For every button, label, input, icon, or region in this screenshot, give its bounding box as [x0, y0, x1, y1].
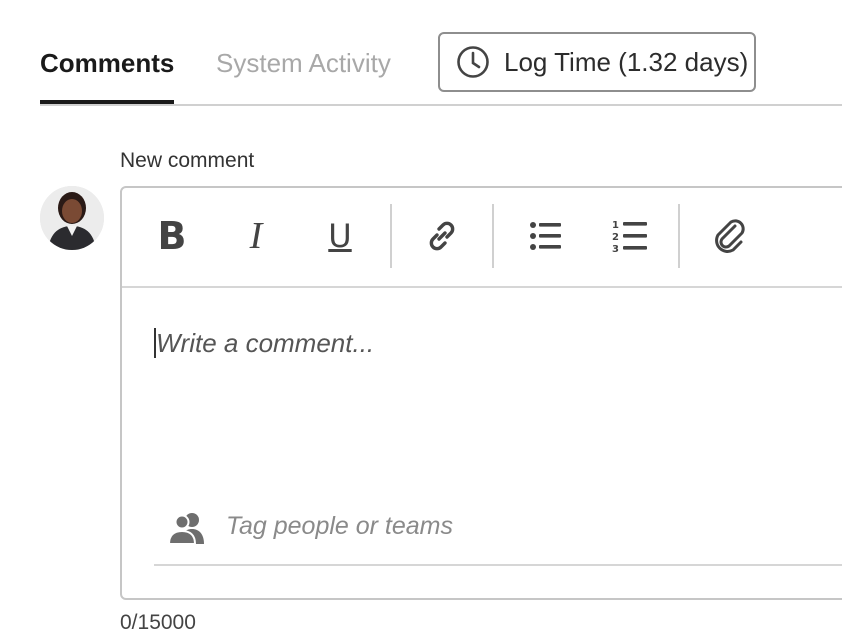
svg-text:1: 1 — [612, 220, 619, 231]
attachment-button[interactable] — [706, 212, 754, 260]
toolbar-divider — [678, 204, 680, 268]
bullet-list-icon — [530, 222, 561, 250]
link-button[interactable] — [418, 212, 466, 260]
paperclip-icon — [715, 219, 745, 253]
tag-people-field[interactable]: Tag people or teams — [154, 510, 842, 566]
numbered-list-button[interactable]: 123 — [606, 212, 654, 260]
toolbar-divider — [390, 204, 392, 268]
underline-button[interactable]: U — [316, 212, 364, 260]
character-counter: 0/15000 — [120, 611, 196, 634]
tab-system-activity[interactable]: System Activity — [216, 48, 391, 78]
avatar — [40, 186, 104, 250]
svg-text:3: 3 — [612, 244, 619, 255]
svg-text:2: 2 — [612, 232, 619, 243]
clock-icon — [456, 45, 490, 79]
toolbar-divider — [492, 204, 494, 268]
link-icon — [429, 221, 455, 251]
formatting-toolbar: B I U 123 — [122, 188, 842, 288]
comment-input[interactable]: Write a comment... — [152, 320, 822, 480]
log-time-button[interactable]: Log Time (1.32 days) — [438, 32, 756, 92]
underline-glyph: U — [328, 217, 352, 255]
tag-placeholder: Tag people or teams — [226, 512, 454, 540]
bold-button[interactable]: B — [148, 212, 196, 260]
tab-bar: Comments System Activity Log Time (1.32 … — [40, 28, 842, 106]
comment-editor: B I U 123 Write a comment... Tag people … — [120, 186, 842, 600]
comment-placeholder: Write a comment... — [156, 328, 375, 358]
bold-glyph: B — [157, 214, 187, 258]
people-icon — [168, 510, 206, 546]
tab-comments[interactable]: Comments — [40, 48, 175, 104]
new-comment-label: New comment — [120, 149, 255, 172]
italic-button[interactable]: I — [232, 212, 280, 260]
italic-glyph: I — [249, 215, 263, 257]
numbered-list-icon: 123 — [612, 220, 647, 255]
log-time-label: Log Time (1.32 days) — [504, 46, 749, 77]
bullet-list-button[interactable] — [522, 212, 570, 260]
